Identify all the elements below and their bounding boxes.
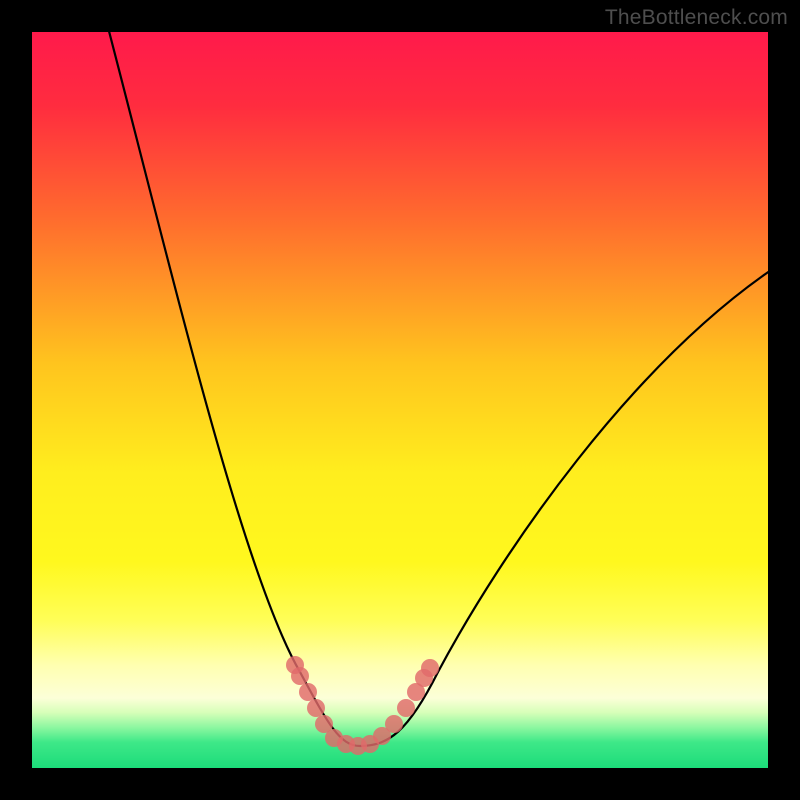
chart-svg (32, 32, 768, 768)
marker-dot (291, 667, 309, 685)
watermark-text: TheBottleneck.com (605, 6, 788, 30)
marker-dot (421, 659, 439, 677)
chart-gradient-background (32, 32, 768, 768)
bottleneck-chart (32, 32, 768, 768)
marker-dot (397, 699, 415, 717)
marker-dot (307, 699, 325, 717)
marker-dot (385, 715, 403, 733)
marker-dot (299, 683, 317, 701)
